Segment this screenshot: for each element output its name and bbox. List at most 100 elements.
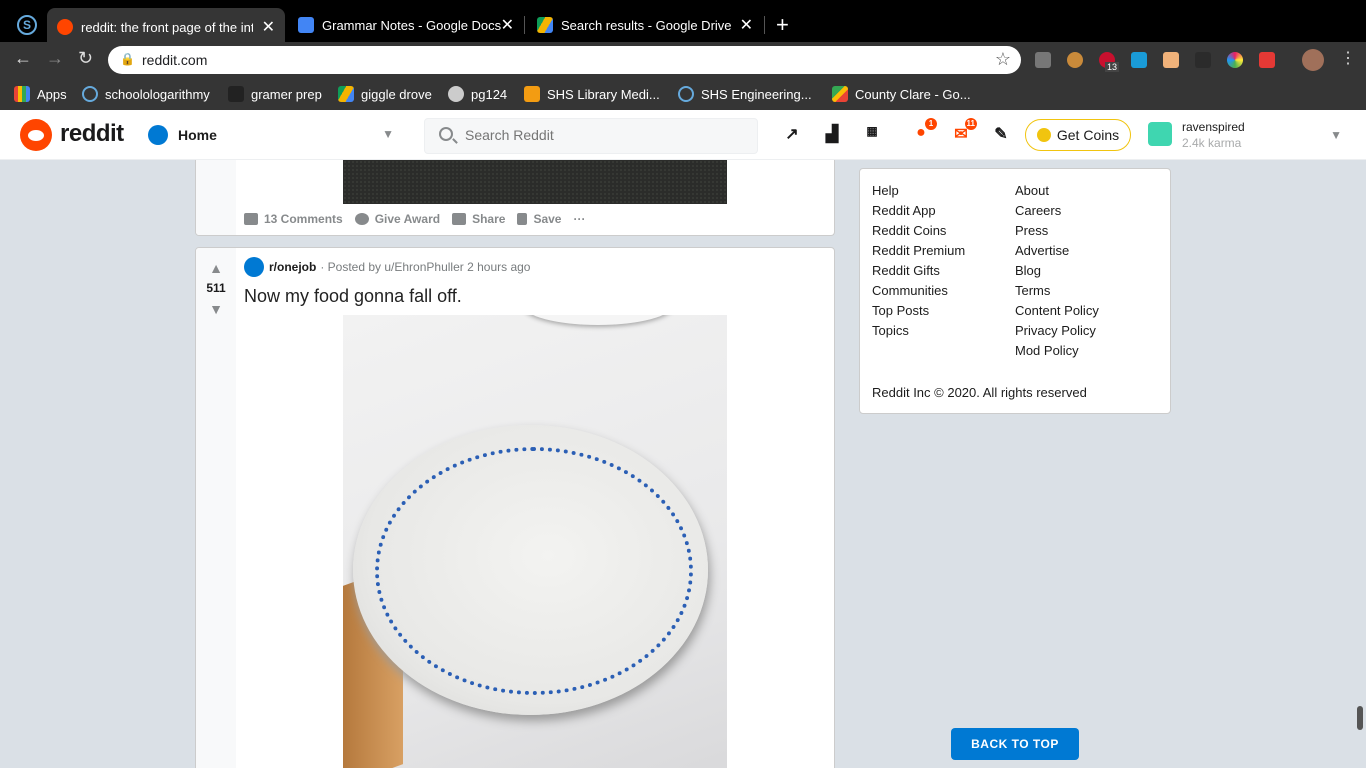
footer-link[interactable]: Topics <box>872 323 965 343</box>
bookmark-label: pg124 <box>471 86 508 102</box>
reddit-favicon-icon <box>57 19 73 35</box>
checkmark-extension-icon[interactable] <box>1131 52 1147 68</box>
search-input[interactable] <box>465 127 745 143</box>
chevron-down-icon: ▼ <box>1330 128 1342 142</box>
leaderboard-icon[interactable]: ▟ <box>822 124 842 144</box>
footer-link[interactable]: Blog <box>1015 263 1099 283</box>
posted-by: · Posted by u/EhronPhuller 2 hours ago <box>320 260 531 274</box>
popular-trending-icon[interactable]: ↗ <box>782 124 802 144</box>
save-button[interactable]: Save <box>517 212 561 226</box>
vote-column <box>196 248 236 768</box>
post-card[interactable]: ▲ 511 ▼ r/onejob · Posted by u/EhronPhul… <box>195 247 835 768</box>
apps-grid-icon <box>14 86 30 102</box>
address-bar[interactable]: 🔒 reddit.com ☆ <box>108 46 1021 74</box>
footer-column-1: Help Reddit App Reddit Coins Reddit Prem… <box>872 183 965 343</box>
profile-icon[interactable]: S <box>17 15 37 35</box>
lock-icon: 🔒 <box>120 52 135 66</box>
close-tab-icon[interactable]: ✕ <box>262 17 275 37</box>
close-tab-icon[interactable]: ✕ <box>740 15 753 35</box>
footer-link[interactable]: Reddit Premium <box>872 243 965 263</box>
create-post-icon[interactable]: ✎ <box>991 124 1011 144</box>
footer-link[interactable]: About <box>1015 183 1099 203</box>
save-label: Save <box>533 212 562 226</box>
search-box[interactable] <box>424 118 758 154</box>
bookmark-giggle-drove[interactable]: giggle drove <box>338 86 432 102</box>
bookmark-gramer-prep[interactable]: gramer prep <box>228 86 322 102</box>
bookmark-label: giggle drove <box>361 86 432 102</box>
back-to-top-button[interactable]: BACK TO TOP <box>951 728 1079 760</box>
footer-link[interactable]: Careers <box>1015 203 1099 223</box>
mail-badge: 11 <box>964 118 977 130</box>
footer-link[interactable]: Reddit Coins <box>872 223 965 243</box>
share-icon <box>452 213 467 225</box>
scrollbar-thumb[interactable] <box>1357 706 1363 730</box>
share-button[interactable]: Share <box>452 212 505 226</box>
bookmark-shs-engineering[interactable]: SHS Engineering... <box>678 86 812 102</box>
account-avatar-icon[interactable] <box>1302 49 1324 71</box>
give-award-button[interactable]: Give Award <box>354 212 440 226</box>
crx-extension-icon[interactable] <box>1035 52 1051 68</box>
coins-community-icon[interactable]: ▦ <box>862 124 882 144</box>
get-coins-button[interactable]: Get Coins <box>1025 119 1131 151</box>
upvote-icon[interactable]: ▲ <box>209 260 223 276</box>
more-options-button[interactable]: ··· <box>573 212 585 226</box>
post-image[interactable] <box>343 160 727 204</box>
footer-link[interactable]: Top Posts <box>872 303 965 323</box>
search-icon <box>439 127 453 141</box>
owl-extension-icon[interactable] <box>1067 52 1083 68</box>
subreddit-icon[interactable] <box>244 257 264 277</box>
footer-link[interactable]: Reddit App <box>872 203 965 223</box>
tab-google-docs[interactable]: Grammar Notes - Google Docs ✕ <box>288 8 524 42</box>
box-extension-icon[interactable] <box>1163 52 1179 68</box>
footer-link[interactable]: Help <box>872 183 965 203</box>
footer-link[interactable]: Communities <box>872 283 965 303</box>
bookmark-shs-library[interactable]: SHS Library Medi... <box>524 86 660 102</box>
footer-link[interactable]: Advertise <box>1015 243 1099 263</box>
bookmark-label: schoolologarithmy <box>105 86 210 102</box>
bookmark-apps[interactable]: Apps <box>14 86 67 102</box>
footer-link[interactable]: Privacy Policy <box>1015 323 1099 343</box>
comments-button[interactable]: 13 Comments <box>244 212 343 226</box>
user-menu[interactable]: ravenspired 2.4k karma ▼ <box>1148 118 1348 152</box>
tab-separator <box>524 16 525 34</box>
color-picker-extension-icon[interactable] <box>1227 52 1243 68</box>
reload-icon[interactable]: ↻ <box>78 48 93 69</box>
library-icon <box>524 86 540 102</box>
bookmark-pg124[interactable]: pg124 <box>448 86 507 102</box>
dark-extension-icon[interactable] <box>1195 52 1211 68</box>
bookmark-schoology[interactable]: schoolologarithmy <box>82 86 210 102</box>
footer-link[interactable]: Terms <box>1015 283 1099 303</box>
new-tab-icon[interactable]: + <box>776 12 789 38</box>
maps-icon <box>832 86 848 102</box>
bookmark-county-clare[interactable]: County Clare - Go... <box>832 86 971 102</box>
footer-link[interactable]: Reddit Gifts <box>872 263 965 283</box>
post-card[interactable]: 13 Comments Give Award Share Save ··· <box>195 160 835 236</box>
post-title[interactable]: Now my food gonna fall off. <box>244 286 462 307</box>
chrome-menu-icon[interactable]: ⋮ <box>1340 48 1356 68</box>
back-icon[interactable]: ← <box>14 48 32 69</box>
tab-google-drive[interactable]: Search results - Google Drive ✕ <box>527 8 763 42</box>
reddit-logo-icon[interactable] <box>20 119 52 151</box>
home-dropdown[interactable]: Home ▼ <box>148 119 400 151</box>
downvote-icon[interactable]: ▼ <box>209 301 223 317</box>
post-actions: 13 Comments Give Award Share Save ··· <box>244 212 597 226</box>
close-tab-icon[interactable]: ✕ <box>501 15 514 35</box>
footer-link[interactable]: Content Policy <box>1015 303 1099 323</box>
mail-icon[interactable]: ✉ 11 <box>951 118 977 144</box>
subreddit-link[interactable]: r/onejob <box>269 260 316 274</box>
adblock-count-badge: 13 <box>1105 62 1120 72</box>
copyright-text: Reddit Inc © 2020. All rights reserved <box>872 385 1087 400</box>
chat-icon[interactable]: ● 1 <box>911 118 937 144</box>
bookmark-label: SHS Library Medi... <box>547 86 660 102</box>
post-image[interactable] <box>343 315 727 768</box>
home-label: Home <box>178 127 217 143</box>
red-extension-icon[interactable] <box>1259 52 1275 68</box>
forward-icon[interactable]: → <box>46 48 64 69</box>
footer-link[interactable]: Mod Policy <box>1015 343 1099 363</box>
reddit-wordmark[interactable]: reddit <box>60 120 124 148</box>
bookmark-star-icon[interactable]: ☆ <box>995 49 1011 70</box>
chat-badge: 1 <box>925 118 937 130</box>
footer-link[interactable]: Press <box>1015 223 1099 243</box>
tab-reddit[interactable]: reddit: the front page of the int ✕ <box>47 8 285 46</box>
bookmark-label: Apps <box>37 86 67 102</box>
